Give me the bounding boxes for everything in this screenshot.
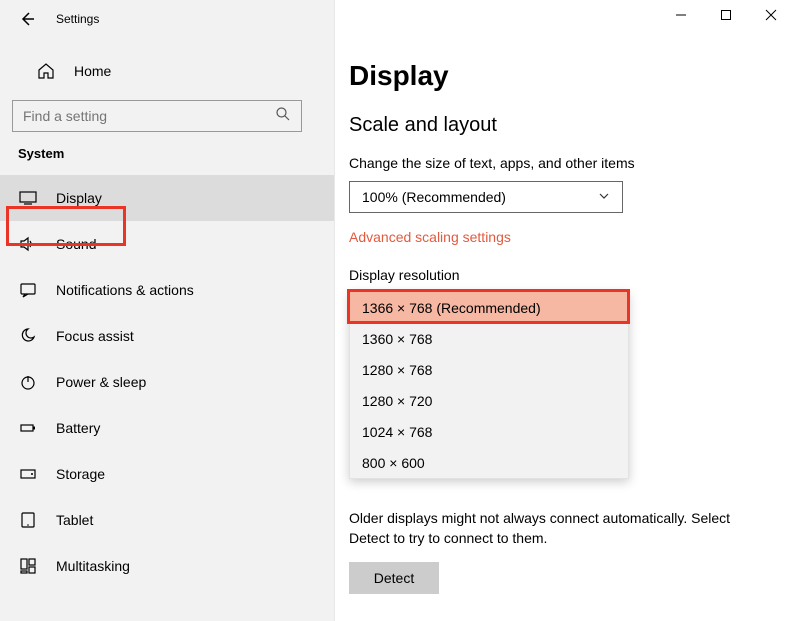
sidebar-home[interactable]: Home (0, 48, 334, 94)
scale-combobox[interactable]: 100% (Recommended) (349, 181, 623, 213)
notifications-icon (18, 280, 38, 300)
battery-icon (18, 418, 38, 438)
sidebar-item-power-sleep[interactable]: Power & sleep (0, 359, 334, 405)
search-input[interactable] (23, 108, 263, 124)
resolution-option[interactable]: 1280 × 720 (350, 385, 628, 416)
chevron-down-icon (598, 189, 610, 205)
back-arrow-icon[interactable] (18, 10, 36, 28)
nav-label: Power & sleep (56, 374, 146, 390)
sidebar-item-sound[interactable]: Sound (0, 221, 334, 267)
detect-info-text: Older displays might not always connect … (349, 509, 771, 548)
resolution-option[interactable]: 800 × 600 (350, 447, 628, 478)
nav-label: Tablet (56, 512, 93, 528)
resolution-option[interactable]: 1280 × 768 (350, 354, 628, 385)
nav-label: Multitasking (56, 558, 130, 574)
nav-label: Display (56, 190, 102, 206)
scale-value: 100% (Recommended) (362, 189, 506, 205)
storage-icon (18, 464, 38, 484)
page-body: Display Scale and layout Change the size… (335, 0, 793, 594)
resolution-label: Display resolution (349, 267, 771, 283)
sound-icon (18, 234, 38, 254)
window-controls (658, 0, 793, 30)
resolution-option[interactable]: 1366 × 768 (Recommended) (350, 292, 628, 323)
focus-assist-icon (18, 326, 38, 346)
nav-label: Focus assist (56, 328, 134, 344)
sidebar: Settings Home System Display Sound (0, 0, 335, 621)
nav-label: Sound (56, 236, 96, 252)
titlebar: Settings (0, 0, 334, 38)
search-container (0, 100, 334, 132)
sidebar-nav: Display Sound Notifications & actions Fo… (0, 175, 334, 589)
search-icon (275, 106, 291, 127)
multitasking-icon (18, 556, 38, 576)
home-label: Home (74, 63, 111, 79)
scale-section-title: Scale and layout (349, 114, 771, 137)
window-title: Settings (56, 12, 99, 26)
content: Display Scale and layout Change the size… (335, 0, 793, 621)
detect-button[interactable]: Detect (349, 562, 439, 594)
page-title: Display (349, 60, 771, 92)
minimize-button[interactable] (658, 0, 703, 30)
resolution-option[interactable]: 1024 × 768 (350, 416, 628, 447)
search-box[interactable] (12, 100, 302, 132)
resolution-dropdown[interactable]: 1366 × 768 (Recommended) 1360 × 768 1280… (349, 291, 629, 479)
sidebar-item-battery[interactable]: Battery (0, 405, 334, 451)
sidebar-item-display[interactable]: Display (0, 175, 334, 221)
sidebar-item-tablet[interactable]: Tablet (0, 497, 334, 543)
close-button[interactable] (748, 0, 793, 30)
resolution-option[interactable]: 1360 × 768 (350, 323, 628, 354)
display-icon (18, 188, 38, 208)
sidebar-item-focus-assist[interactable]: Focus assist (0, 313, 334, 359)
power-icon (18, 372, 38, 392)
sidebar-section-header: System (0, 146, 334, 161)
nav-label: Notifications & actions (56, 282, 194, 298)
scale-field-label: Change the size of text, apps, and other… (349, 155, 771, 171)
advanced-scaling-link[interactable]: Advanced scaling settings (349, 229, 771, 245)
sidebar-item-notifications[interactable]: Notifications & actions (0, 267, 334, 313)
home-icon (36, 61, 56, 81)
maximize-button[interactable] (703, 0, 748, 30)
sidebar-item-multitasking[interactable]: Multitasking (0, 543, 334, 589)
tablet-icon (18, 510, 38, 530)
sidebar-item-storage[interactable]: Storage (0, 451, 334, 497)
nav-label: Storage (56, 466, 105, 482)
nav-label: Battery (56, 420, 100, 436)
